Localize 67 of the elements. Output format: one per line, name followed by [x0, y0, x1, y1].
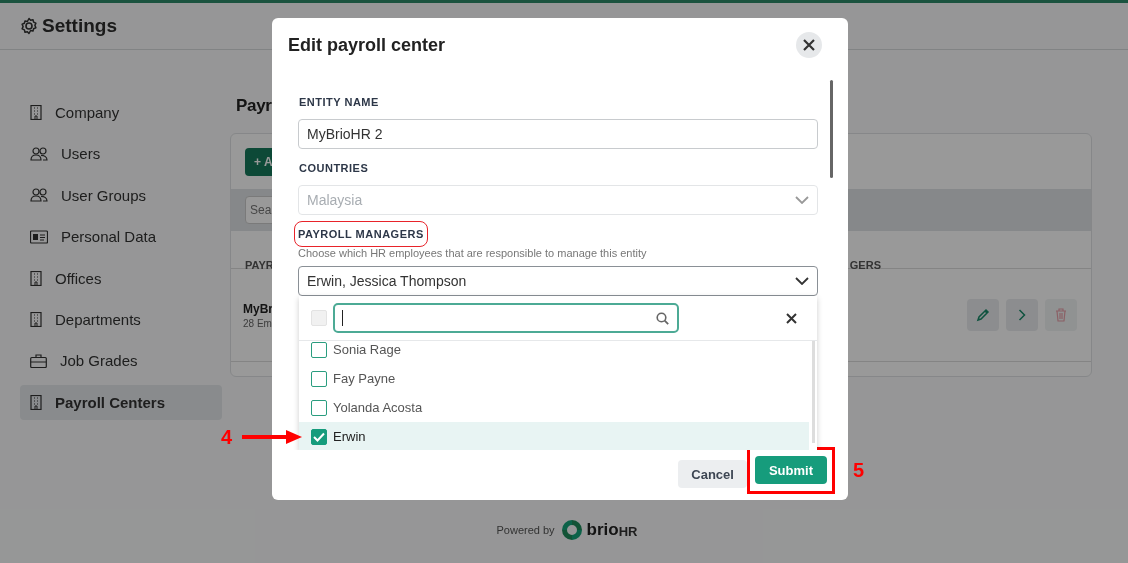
logo-text: brio	[586, 520, 619, 540]
column-header: GERS	[849, 259, 881, 268]
sidebar-item[interactable]: User Groups	[20, 177, 222, 213]
building-icon	[30, 311, 42, 327]
entity-name: MyBr	[243, 301, 273, 316]
help-text: Choose which HR employees that are responsible to manage this entity	[298, 247, 648, 259]
select-field[interactable]: Erwin, Jessica Thompson	[298, 266, 818, 296]
check-icon	[313, 431, 325, 442]
users-icon	[30, 146, 48, 161]
chevron-down-icon	[795, 277, 809, 285]
sidebar-item[interactable]: Personal Data	[20, 219, 222, 255]
page-title: Settings	[42, 15, 117, 37]
option-row[interactable]: Fay Payne	[299, 364, 809, 393]
search-icon	[656, 311, 669, 325]
building-icon	[30, 394, 42, 410]
id-card-icon	[30, 229, 48, 244]
option-row[interactable]: Sonia Rage	[299, 341, 809, 364]
step-number: 5	[853, 459, 865, 482]
option-label: Sonia Rage	[333, 342, 401, 357]
field-label: ENTITY NAME	[298, 95, 380, 110]
building-icon	[30, 105, 42, 120]
powered-by-text: Powered by	[496, 524, 555, 536]
search-field[interactable]	[333, 303, 679, 333]
users-icon	[30, 188, 48, 203]
sidebar-item[interactable]: Payroll Centers	[20, 384, 222, 420]
chevron-right-icon	[1018, 309, 1026, 321]
sidebar-item[interactable]: Users	[20, 136, 222, 172]
logo-icon	[560, 519, 583, 541]
checkbox[interactable]	[311, 399, 327, 416]
chevron-down-icon	[795, 196, 809, 204]
logo-text: HR	[618, 524, 638, 539]
employee-count: 28 Em	[243, 317, 273, 329]
dialog-title: Edit payroll center	[288, 34, 446, 56]
checkbox[interactable]	[311, 341, 327, 358]
checkbox[interactable]	[311, 370, 327, 387]
submit-button[interactable]: Submit	[754, 456, 827, 484]
edit-button[interactable]	[967, 299, 999, 331]
section-title: Payr	[236, 96, 272, 116]
scrollbar-thumb[interactable]	[830, 80, 833, 178]
clear-button[interactable]	[786, 312, 797, 324]
close-icon	[803, 39, 815, 51]
checkbox[interactable]	[311, 428, 327, 445]
option-row[interactable]: Yolanda Acosta	[299, 393, 809, 422]
option-row[interactable]: Erwin	[299, 422, 809, 450]
scrollbar-thumb[interactable]	[812, 341, 815, 443]
select-field: Malaysia	[298, 185, 818, 215]
settings-icon	[20, 17, 38, 35]
sidebar-item[interactable]: Company	[20, 95, 222, 130]
arrow-icon	[242, 430, 302, 444]
option-label: Fay Payne	[333, 371, 396, 386]
close-icon	[786, 312, 797, 324]
column-header: PAYR	[245, 259, 274, 268]
field-label: PAYROLL MANAGERS	[294, 221, 428, 247]
option-label: Yolanda Acosta	[333, 400, 423, 415]
building-icon	[30, 270, 42, 286]
briefcase-icon	[30, 353, 47, 368]
trash-icon	[1055, 308, 1067, 322]
sidebar-item[interactable]: Offices	[20, 260, 222, 296]
sidebar-item[interactable]: Job Grades	[20, 343, 222, 379]
text-field[interactable]: MyBrioHR 2	[298, 119, 818, 149]
close-button[interactable]	[796, 32, 822, 58]
step-number: 4	[221, 426, 233, 449]
field-label: COUNTRIES	[298, 161, 370, 176]
option-label: Erwin	[333, 429, 366, 444]
cancel-button[interactable]: Cancel	[678, 460, 747, 488]
pencil-icon	[976, 308, 990, 322]
sidebar-item[interactable]: Departments	[20, 301, 222, 337]
